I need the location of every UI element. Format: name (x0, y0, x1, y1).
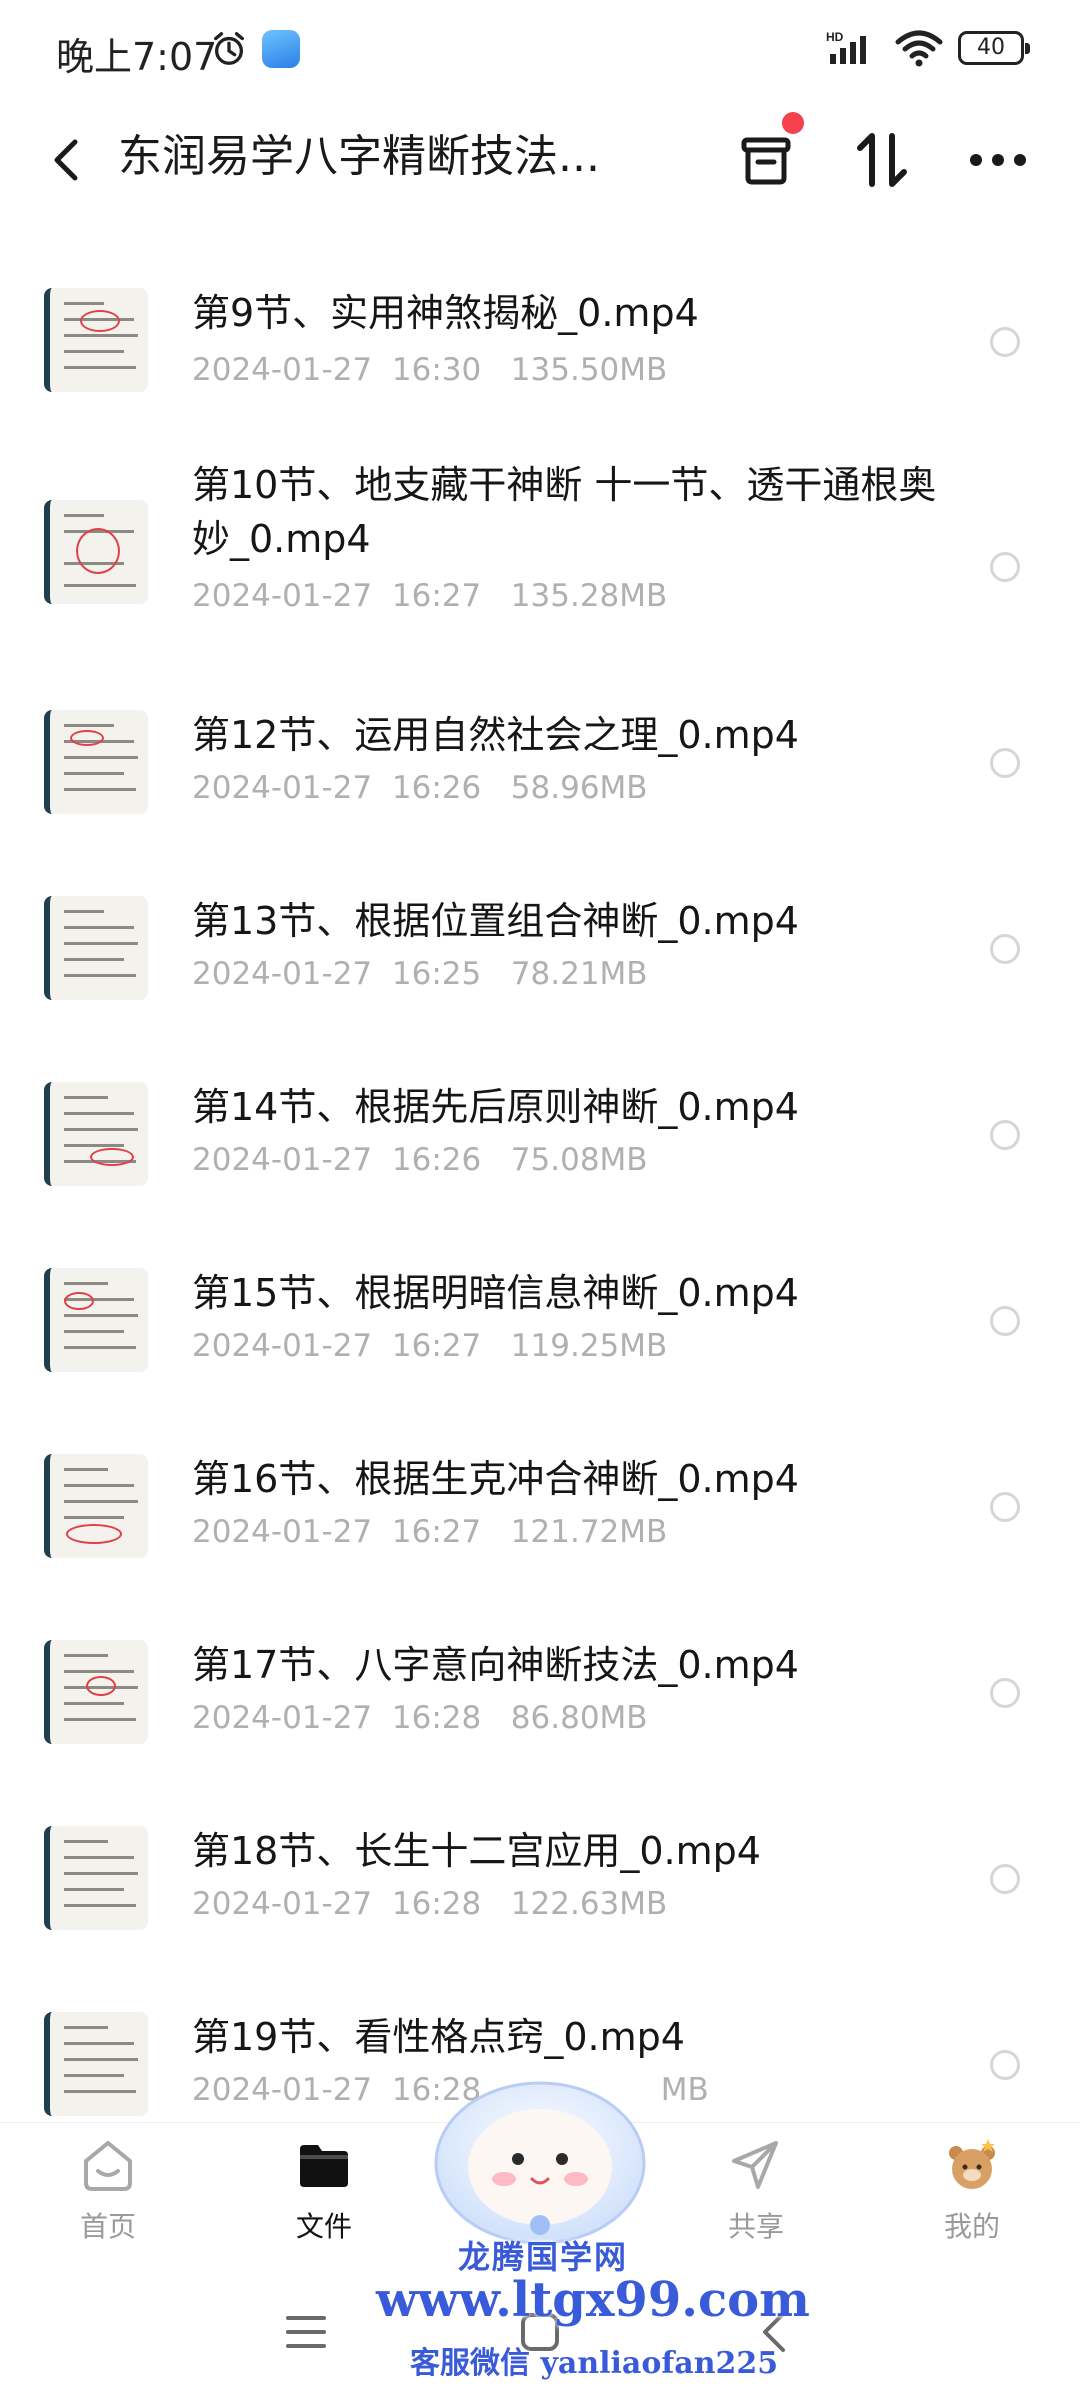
file-meta: 2024-01-27 16:27 119.25MB (192, 1328, 668, 1364)
video-thumbnail (44, 1268, 148, 1372)
select-radio[interactable] (990, 1306, 1020, 1336)
video-thumbnail (44, 1826, 148, 1930)
file-meta: 2024-01-27 16:28 122.63MB (192, 1886, 668, 1922)
watermark-url: www.ltgx99.com (376, 2272, 810, 2328)
svg-text:HD: HD (826, 30, 844, 44)
select-radio[interactable] (990, 1678, 1020, 1708)
watermark-contact: 客服微信 yanliaofan225 (410, 2346, 779, 2381)
app-notification-icon (262, 30, 300, 68)
home-icon (84, 2141, 132, 2191)
select-radio[interactable] (990, 327, 1020, 357)
file-name: 第15节、根据明暗信息神断_0.mp4 (192, 1271, 799, 1315)
status-bar: 晚上7:07 HD 40 (0, 0, 1080, 100)
alarm-icon (214, 32, 244, 65)
video-thumbnail (44, 1640, 148, 1744)
recent-apps-button[interactable] (266, 2292, 346, 2372)
file-meta: 2024-01-27 16:27 135.28MB (192, 578, 668, 614)
folder-icon (300, 2145, 348, 2187)
status-time: 晚上7:07 (56, 35, 218, 79)
file-meta: 2024-01-27 16:26 58.96MB (192, 770, 648, 806)
more-icon (970, 154, 1026, 166)
file-name: 第9节、实用神煞揭秘_0.mp4 (192, 291, 699, 335)
video-thumbnail (44, 896, 148, 1000)
video-thumbnail (44, 1082, 148, 1186)
battery-indicator: 40 (958, 31, 1030, 65)
select-radio[interactable] (990, 552, 1020, 582)
nav-share[interactable]: 共享 (676, 2135, 836, 2245)
select-radio[interactable] (990, 934, 1020, 964)
file-name: 第18节、长生十二宫应用_0.mp4 (192, 1829, 761, 1873)
select-radio[interactable] (990, 748, 1020, 778)
file-row[interactable]: 第17节、八字意向神断技法_0.mp4 2024-01-27 16:28 86.… (0, 1628, 1080, 1778)
share-icon (732, 2141, 778, 2189)
file-name: 第14节、根据先后原则神断_0.mp4 (192, 1085, 799, 1129)
profile-icon (949, 2139, 995, 2189)
file-row[interactable]: 第12节、运用自然社会之理_0.mp4 2024-01-27 16:26 58.… (0, 698, 1080, 848)
menu-icon (286, 2316, 326, 2348)
nav-profile[interactable]: 我的 (892, 2135, 1052, 2245)
nav-home[interactable]: 首页 (28, 2135, 188, 2245)
archive-button[interactable] (724, 112, 808, 202)
select-radio[interactable] (990, 1864, 1020, 1894)
video-thumbnail (44, 500, 148, 604)
file-row[interactable]: 第15节、根据明暗信息神断_0.mp4 2024-01-27 16:27 119… (0, 1256, 1080, 1406)
file-name: 第16节、根据生克冲合神断_0.mp4 (192, 1457, 799, 1501)
select-radio[interactable] (990, 1120, 1020, 1150)
file-meta: 2024-01-27 16:30 135.50MB (192, 352, 668, 388)
wifi-icon (895, 30, 943, 67)
file-name: 第12节、运用自然社会之理_0.mp4 (192, 713, 799, 757)
select-radio[interactable] (990, 1492, 1020, 1522)
video-thumbnail (44, 710, 148, 814)
sort-icon (857, 133, 907, 187)
archive-icon (741, 137, 791, 185)
file-name: 第19节、看性格点窍_0.mp4 (192, 2015, 685, 2059)
mascot-icon (434, 2081, 646, 2245)
back-button[interactable] (36, 120, 96, 200)
sort-button[interactable] (840, 118, 924, 202)
more-button[interactable] (956, 118, 1040, 202)
file-name: 第10节、地支藏干神断 十一节、透干通根奥妙_0.mp4 (192, 463, 937, 561)
file-meta: 2024-01-27 16:26 75.08MB (192, 1142, 648, 1178)
file-row[interactable]: 第10节、地支藏干神断 十一节、透干通根奥妙_0.mp4 2024-01-27 … (0, 460, 1080, 650)
file-row[interactable]: 第9节、实用神煞揭秘_0.mp4 2024-01-27 16:30 135.50… (0, 270, 1080, 420)
file-row[interactable]: 第16节、根据生克冲合神断_0.mp4 2024-01-27 16:27 121… (0, 1442, 1080, 1592)
file-row[interactable]: 第14节、根据先后原则神断_0.mp4 2024-01-27 16:26 75.… (0, 1070, 1080, 1220)
nav-files[interactable]: 文件 (244, 2135, 404, 2245)
notification-dot (782, 112, 804, 134)
back-icon (54, 139, 78, 181)
file-row[interactable]: 第18节、长生十二宫应用_0.mp4 2024-01-27 16:28 122.… (0, 1814, 1080, 1964)
video-thumbnail (44, 288, 148, 392)
file-meta: 2024-01-27 16:27 121.72MB (192, 1514, 668, 1550)
select-radio[interactable] (990, 2050, 1020, 2080)
page-title: 东润易学八字精断技法... (118, 131, 600, 182)
file-name: 第13节、根据位置组合神断_0.mp4 (192, 899, 799, 943)
file-meta: 2024-01-27 16:28 86.80MB (192, 1700, 648, 1736)
status-indicators: HD 40 (826, 28, 1030, 68)
file-name: 第17节、八字意向神断技法_0.mp4 (192, 1643, 799, 1687)
file-meta: 2024-01-27 16:25 78.21MB (192, 956, 648, 992)
video-thumbnail (44, 2012, 148, 2116)
title-bar: 东润易学八字精断技法... (0, 100, 1080, 220)
signal-icon: HD (826, 30, 866, 64)
video-thumbnail (44, 1454, 148, 1558)
file-row[interactable]: 第13节、根据位置组合神断_0.mp4 2024-01-27 16:25 78.… (0, 884, 1080, 1034)
